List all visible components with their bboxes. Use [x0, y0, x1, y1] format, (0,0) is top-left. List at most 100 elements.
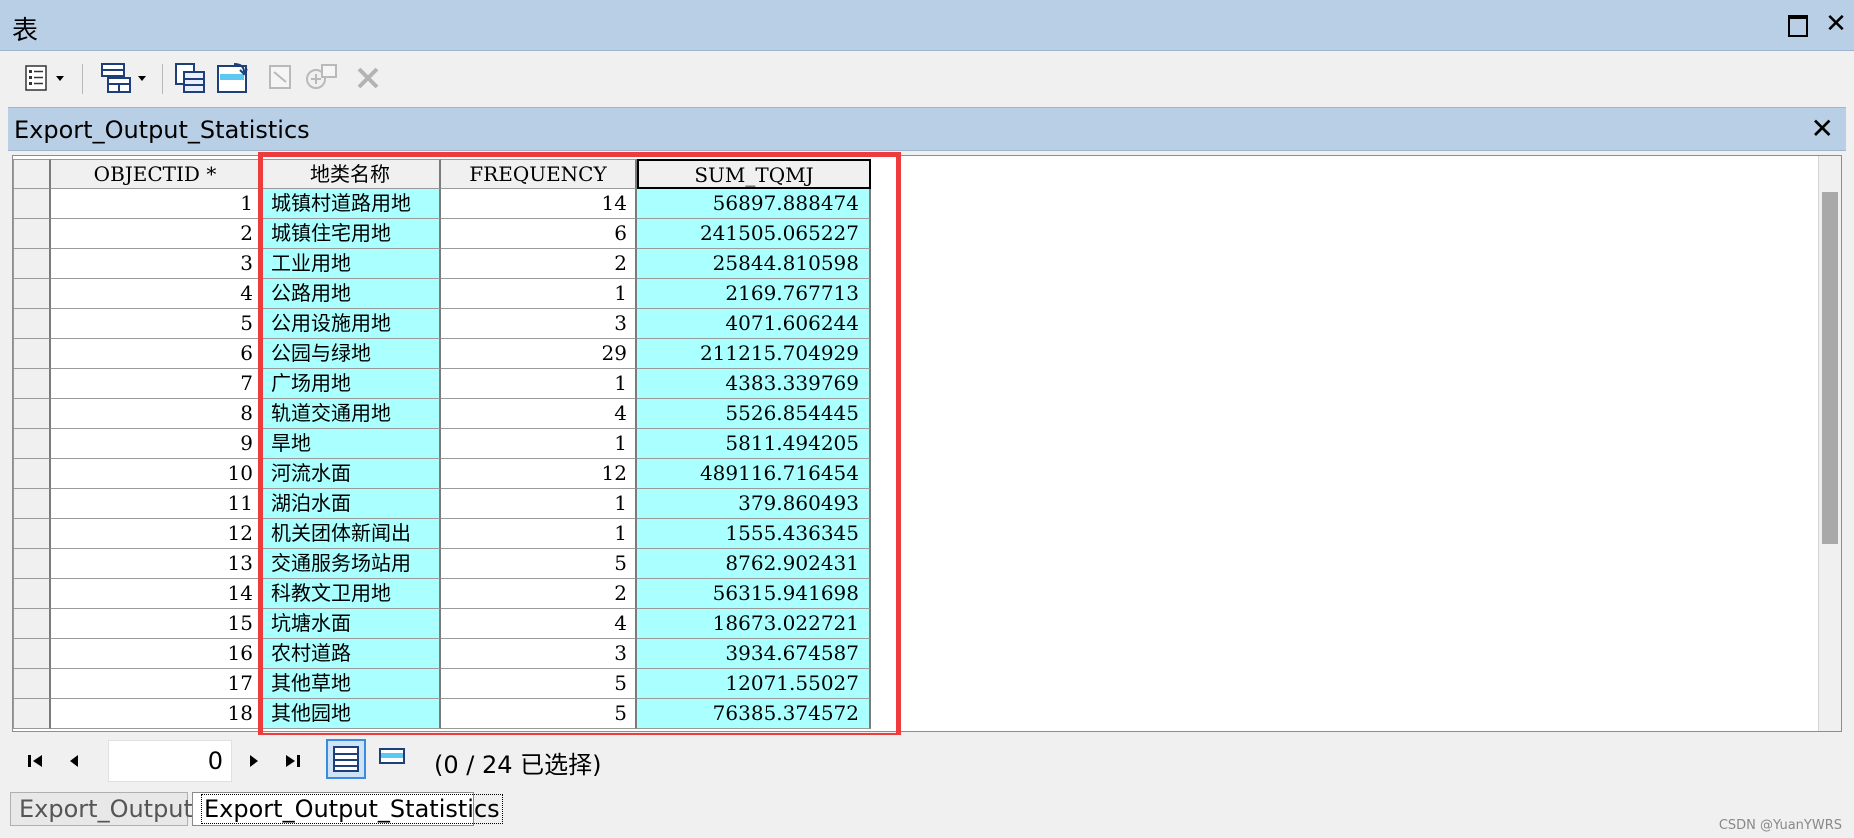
table-row[interactable]: 10 河流水面 12 489116.716454	[13, 459, 871, 489]
cell-landtype[interactable]: 交通服务场站用	[261, 549, 441, 579]
tab-export-output-statistics[interactable]: Export_Output_Statistics	[192, 792, 503, 826]
table-row[interactable]: 18 其他园地 5 76385.374572	[13, 699, 871, 729]
row-selector[interactable]	[13, 459, 51, 489]
table-row[interactable]: 8 轨道交通用地 4 5526.854445	[13, 399, 871, 429]
cell-sum-tqmj[interactable]: 489116.716454	[637, 459, 871, 489]
cell-frequency[interactable]: 12	[441, 459, 637, 489]
cell-landtype[interactable]: 旱地	[261, 429, 441, 459]
cell-objectid[interactable]: 14	[51, 579, 261, 609]
cell-objectid[interactable]: 8	[51, 399, 261, 429]
cell-frequency[interactable]: 5	[441, 699, 637, 729]
row-selector[interactable]	[13, 699, 51, 729]
cell-sum-tqmj[interactable]: 211215.704929	[637, 339, 871, 369]
cell-objectid[interactable]: 16	[51, 639, 261, 669]
cell-landtype[interactable]: 公园与绿地	[261, 339, 441, 369]
zoom-to-selected-button[interactable]	[302, 60, 340, 96]
table-row[interactable]: 14 科教文卫用地 2 56315.941698	[13, 579, 871, 609]
first-record-button[interactable]	[22, 747, 50, 775]
scrollbar-thumb[interactable]	[1822, 192, 1838, 544]
clear-selection-button[interactable]	[264, 60, 296, 96]
table-row[interactable]: 15 坑塘水面 4 18673.022721	[13, 609, 871, 639]
tab-export-output[interactable]: Export_Output	[10, 792, 193, 826]
table-row[interactable]: 6 公园与绿地 29 211215.704929	[13, 339, 871, 369]
close-table-button[interactable]: ✕	[1811, 112, 1834, 145]
table-row[interactable]: 1 城镇村道路用地 14 56897.888474	[13, 189, 871, 219]
cell-sum-tqmj[interactable]: 8762.902431	[637, 549, 871, 579]
table-row[interactable]: 2 城镇住宅用地 6 241505.065227	[13, 219, 871, 249]
row-selector[interactable]	[13, 219, 51, 249]
row-selector[interactable]	[13, 279, 51, 309]
cell-sum-tqmj[interactable]: 1555.436345	[637, 519, 871, 549]
cell-landtype[interactable]: 城镇住宅用地	[261, 219, 441, 249]
cell-landtype[interactable]: 机关团体新闻出	[261, 519, 441, 549]
cell-objectid[interactable]: 15	[51, 609, 261, 639]
row-selector[interactable]	[13, 489, 51, 519]
row-selector[interactable]	[13, 309, 51, 339]
cell-sum-tqmj[interactable]: 3934.674587	[637, 639, 871, 669]
cell-frequency[interactable]: 4	[441, 609, 637, 639]
column-header-sum-tqmj[interactable]: SUM_TQMJ	[637, 159, 871, 189]
column-header-landtype[interactable]: 地类名称	[261, 159, 441, 189]
cell-objectid[interactable]: 5	[51, 309, 261, 339]
cell-sum-tqmj[interactable]: 379.860493	[637, 489, 871, 519]
select-all-header[interactable]	[13, 159, 51, 189]
row-selector[interactable]	[13, 519, 51, 549]
table-row[interactable]: 13 交通服务场站用 5 8762.902431	[13, 549, 871, 579]
cell-objectid[interactable]: 1	[51, 189, 261, 219]
row-selector[interactable]	[13, 579, 51, 609]
next-record-button[interactable]	[240, 747, 268, 775]
cell-sum-tqmj[interactable]: 5526.854445	[637, 399, 871, 429]
cell-frequency[interactable]: 14	[441, 189, 637, 219]
cell-frequency[interactable]: 5	[441, 549, 637, 579]
column-header-objectid[interactable]: OBJECTID *	[51, 159, 261, 189]
cell-sum-tqmj[interactable]: 4383.339769	[637, 369, 871, 399]
cell-objectid[interactable]: 3	[51, 249, 261, 279]
table-row[interactable]: 9 旱地 1 5811.494205	[13, 429, 871, 459]
cell-frequency[interactable]: 29	[441, 339, 637, 369]
cell-landtype[interactable]: 轨道交通用地	[261, 399, 441, 429]
cell-frequency[interactable]: 5	[441, 669, 637, 699]
cell-sum-tqmj[interactable]: 5811.494205	[637, 429, 871, 459]
cell-frequency[interactable]: 6	[441, 219, 637, 249]
cell-objectid[interactable]: 7	[51, 369, 261, 399]
table-row[interactable]: 7 广场用地 1 4383.339769	[13, 369, 871, 399]
cell-landtype[interactable]: 公路用地	[261, 279, 441, 309]
row-selector[interactable]	[13, 639, 51, 669]
table-row[interactable]: 11 湖泊水面 1 379.860493	[13, 489, 871, 519]
cell-sum-tqmj[interactable]: 241505.065227	[637, 219, 871, 249]
cell-landtype[interactable]: 工业用地	[261, 249, 441, 279]
cell-sum-tqmj[interactable]: 4071.606244	[637, 309, 871, 339]
row-selector[interactable]	[13, 369, 51, 399]
cell-frequency[interactable]: 1	[441, 489, 637, 519]
table-row[interactable]: 5 公用设施用地 3 4071.606244	[13, 309, 871, 339]
last-record-button[interactable]	[278, 747, 306, 775]
cell-sum-tqmj[interactable]: 76385.374572	[637, 699, 871, 729]
cell-sum-tqmj[interactable]: 56315.941698	[637, 579, 871, 609]
cell-objectid[interactable]: 18	[51, 699, 261, 729]
cell-landtype[interactable]: 其他草地	[261, 669, 441, 699]
cell-landtype[interactable]: 其他园地	[261, 699, 441, 729]
table-row[interactable]: 12 机关团体新闻出 1 1555.436345	[13, 519, 871, 549]
row-selector[interactable]	[13, 399, 51, 429]
current-record-input[interactable]: 0	[108, 740, 232, 782]
maximize-button[interactable]	[1784, 10, 1812, 38]
vertical-scrollbar[interactable]	[1818, 156, 1841, 731]
cell-objectid[interactable]: 10	[51, 459, 261, 489]
cell-frequency[interactable]: 1	[441, 279, 637, 309]
cell-landtype[interactable]: 科教文卫用地	[261, 579, 441, 609]
select-by-attributes-button[interactable]	[172, 60, 210, 96]
cell-sum-tqmj[interactable]: 18673.022721	[637, 609, 871, 639]
row-selector[interactable]	[13, 429, 51, 459]
cell-sum-tqmj[interactable]: 2169.767713	[637, 279, 871, 309]
cell-frequency[interactable]: 4	[441, 399, 637, 429]
cell-landtype[interactable]: 坑塘水面	[261, 609, 441, 639]
cell-objectid[interactable]: 4	[51, 279, 261, 309]
cell-landtype[interactable]: 城镇村道路用地	[261, 189, 441, 219]
show-selected-records-button[interactable]	[372, 739, 412, 779]
cell-objectid[interactable]: 2	[51, 219, 261, 249]
cell-sum-tqmj[interactable]: 12071.55027	[637, 669, 871, 699]
cell-objectid[interactable]: 9	[51, 429, 261, 459]
row-selector[interactable]	[13, 609, 51, 639]
cell-frequency[interactable]: 1	[441, 519, 637, 549]
cell-frequency[interactable]: 3	[441, 309, 637, 339]
